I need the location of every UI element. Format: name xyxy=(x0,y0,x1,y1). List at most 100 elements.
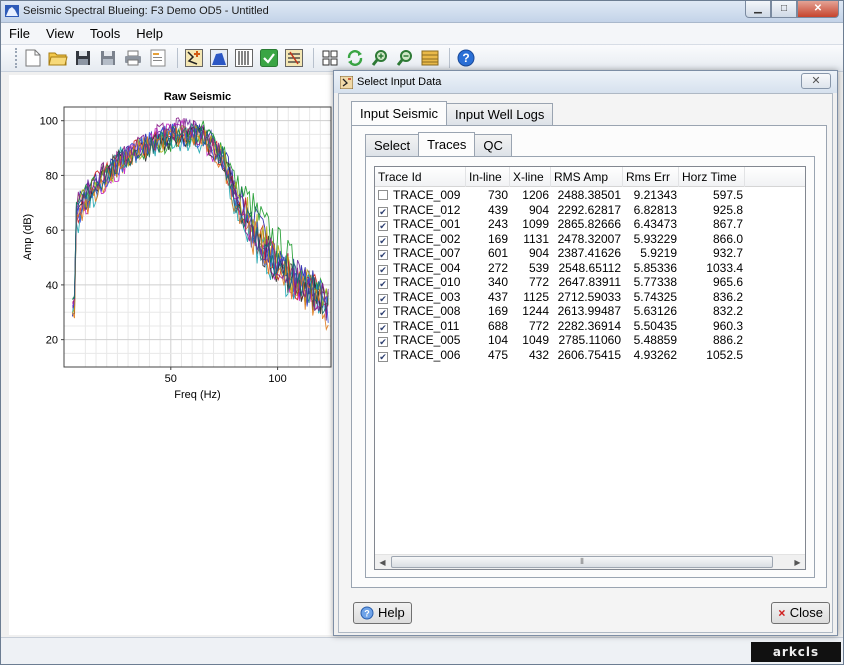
toolbar-separator xyxy=(313,48,314,68)
table-row[interactable]: ✔ TRACE_006 475 432 2606.75415 4.93262 1052.5 xyxy=(375,348,805,363)
cell-horz-time: 925.8 xyxy=(712,202,743,217)
cell-trace-id: ✔ TRACE_006 xyxy=(375,348,466,363)
column-header-xline[interactable]: X-line xyxy=(510,167,551,187)
column-header-trace-id[interactable]: Trace Id xyxy=(375,167,466,187)
table-row[interactable]: ✔ TRACE_008 169 1244 2613.99487 5.63126 832.2 xyxy=(375,304,805,319)
new-file-icon[interactable] xyxy=(22,47,44,69)
row-checkbox[interactable]: ✔ xyxy=(378,235,388,246)
row-checkbox[interactable]: ✔ xyxy=(378,206,388,217)
menu-view[interactable]: View xyxy=(44,24,76,43)
color-bar-icon[interactable] xyxy=(419,47,441,69)
row-checkbox[interactable]: ✔ xyxy=(378,250,388,260)
table-row[interactable]: ✔ TRACE_007 601 904 2387.41626 5.9219 932.7 xyxy=(375,246,805,261)
print-icon[interactable] xyxy=(122,47,144,69)
tab-select[interactable]: Select xyxy=(365,134,420,156)
table-row[interactable]: ✔ TRACE_004 272 539 2548.65112 5.85336 1033.4 xyxy=(375,261,805,276)
cell-trace-id: ✔ TRACE_010 xyxy=(375,275,466,290)
menu-tools[interactable]: Tools xyxy=(88,24,122,43)
toolbar-grip[interactable] xyxy=(15,48,18,68)
trace-id-label: TRACE_008 xyxy=(393,304,461,318)
open-folder-icon[interactable] xyxy=(47,47,69,69)
row-checkbox[interactable]: ✔ xyxy=(378,337,388,347)
maximize-button[interactable]: □ xyxy=(771,1,797,18)
cell-rms-amp: 2548.65112 xyxy=(558,260,621,275)
scroll-right-icon[interactable]: ▶ xyxy=(790,555,805,569)
tab-traces[interactable]: Traces xyxy=(418,132,476,156)
help-button[interactable]: ? Help xyxy=(353,602,412,624)
table-row[interactable]: TRACE_009 730 1206 2488.38501 9.21343 597.5 xyxy=(375,188,805,203)
table-row[interactable]: ✔ TRACE_012 439 904 2292.62817 6.82813 925.8 xyxy=(375,203,805,218)
report-icon[interactable] xyxy=(147,47,169,69)
refresh-icon[interactable] xyxy=(344,47,366,69)
save-icon[interactable] xyxy=(72,47,94,69)
cell-xline: 539 xyxy=(528,260,549,275)
row-checkbox[interactable] xyxy=(378,190,388,200)
cell-inline: 243 xyxy=(487,217,508,231)
row-checkbox[interactable]: ✔ xyxy=(378,293,388,304)
close-window-button[interactable]: ✕ xyxy=(797,1,839,18)
row-checkbox[interactable]: ✔ xyxy=(378,221,388,231)
spectrum-icon[interactable] xyxy=(208,47,230,69)
column-header-rms-err[interactable]: Rms Err xyxy=(623,167,679,187)
trace-id-label: TRACE_011 xyxy=(393,318,460,333)
cell-trace-id: ✔ TRACE_002 xyxy=(375,232,466,247)
cell-rms-err: 9.21343 xyxy=(633,188,677,202)
y-tick-label: 20 xyxy=(46,335,58,347)
minimize-button[interactable]: ▁ xyxy=(745,1,771,18)
menu-help[interactable]: Help xyxy=(134,24,165,43)
x-tick-label: 50 xyxy=(165,373,177,385)
apply-check-icon[interactable] xyxy=(258,47,280,69)
grid-layout-icon[interactable] xyxy=(319,47,341,69)
y-tick-label: 40 xyxy=(46,280,58,292)
row-checkbox[interactable]: ✔ xyxy=(378,308,388,318)
cell-horz-time: 1052.5 xyxy=(706,347,743,362)
table-row[interactable]: ✔ TRACE_001 243 1099 2865.82666 6.43473 867.7 xyxy=(375,217,805,232)
tab-input-seismic[interactable]: Input Seismic xyxy=(351,101,448,125)
cell-trace-id: ✔ TRACE_003 xyxy=(375,290,466,305)
column-header-rms-amp[interactable]: RMS Amp xyxy=(551,167,623,187)
toolbar-separator xyxy=(177,48,178,68)
zoom-in-icon[interactable] xyxy=(369,47,391,69)
table-row[interactable]: ✔ TRACE_005 104 1049 2785.11060 5.48859 886.2 xyxy=(375,333,805,348)
tab-input-well-logs[interactable]: Input Well Logs xyxy=(446,103,554,125)
cell-rms-err: 5.74325 xyxy=(633,289,677,304)
chart-title: Raw Seismic xyxy=(164,91,231,103)
dialog-close-icon[interactable]: ✕ xyxy=(801,73,831,89)
column-header-inline[interactable]: In-line xyxy=(466,167,510,187)
table-row[interactable]: ✔ TRACE_003 437 1125 2712.59033 5.74325 836.2 xyxy=(375,290,805,305)
save-as-icon[interactable] xyxy=(97,47,119,69)
row-checkbox[interactable]: ✔ xyxy=(378,279,388,289)
filter-icon[interactable] xyxy=(283,47,305,69)
scrollbar-thumb[interactable]: ⦀ xyxy=(391,556,773,568)
row-checkbox[interactable]: ✔ xyxy=(378,351,388,362)
dialog-title-bar[interactable]: Select Input Data ✕ xyxy=(334,71,837,93)
horizontal-scrollbar[interactable]: ◀ ⦀ ▶ xyxy=(375,554,805,569)
trace-id-label: TRACE_001 xyxy=(393,217,461,231)
title-bar[interactable]: Seismic Spectral Blueing: F3 Demo OD5 - … xyxy=(1,1,843,23)
cell-xline: 1049 xyxy=(522,333,549,347)
help-icon[interactable]: ? xyxy=(455,47,477,69)
status-bar: arkcls xyxy=(1,637,843,664)
zoom-out-icon[interactable] xyxy=(394,47,416,69)
seismic-input-icon[interactable] xyxy=(183,47,205,69)
scroll-left-icon[interactable]: ◀ xyxy=(375,555,390,569)
row-checkbox[interactable]: ✔ xyxy=(378,264,388,275)
table-row[interactable]: ✔ TRACE_011 688 772 2282.36914 5.50435 960.3 xyxy=(375,319,805,334)
raw-seismic-chart[interactable]: 20 40 60 80 100 50 100 Raw Seismic Freq (Hz) Amp … xyxy=(9,75,335,635)
cell-rms-amp: 2488.38501 xyxy=(557,188,621,202)
table-row[interactable]: ✔ TRACE_010 340 772 2647.83911 5.77338 965.6 xyxy=(375,275,805,290)
operator-icon[interactable] xyxy=(233,47,255,69)
cell-trace-id: ✔ TRACE_011 xyxy=(375,319,466,334)
row-checkbox[interactable]: ✔ xyxy=(378,322,388,333)
menu-file[interactable]: File xyxy=(7,24,32,43)
plot-panel[interactable]: 20 40 60 80 100 50 100 Raw Seismic Freq (Hz) Amp … xyxy=(9,75,335,635)
trace-id-label: TRACE_009 xyxy=(393,188,461,202)
traces-table[interactable]: Trace Id In-line X-line RMS Amp Rms Err … xyxy=(374,166,806,570)
x-axis-label: Freq (Hz) xyxy=(174,389,220,401)
close-button[interactable]: Close xyxy=(771,602,830,624)
column-header-horz-time[interactable]: Horz Time xyxy=(679,167,745,187)
cell-horz-time: 932.7 xyxy=(712,246,743,260)
tab-qc[interactable]: QC xyxy=(474,134,512,156)
table-row[interactable]: ✔ TRACE_002 169 1131 2478.32007 5.93229 866.0 xyxy=(375,232,805,247)
cell-trace-id: ✔ TRACE_004 xyxy=(375,261,466,276)
